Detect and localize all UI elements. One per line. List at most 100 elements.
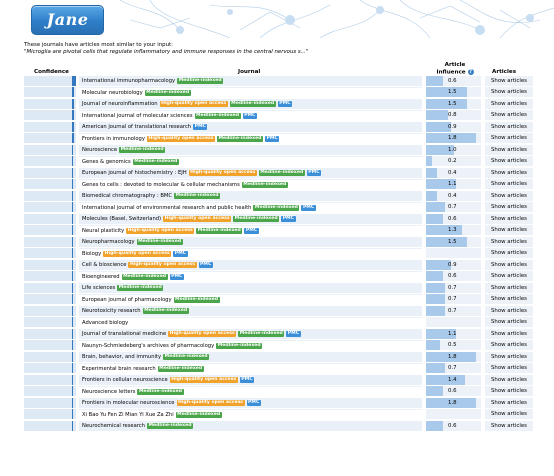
journal-name[interactable]: Neuroscience [82,147,117,153]
journal-cell[interactable]: Frontiers in molecular neuroscience High-… [79,397,422,408]
journal-cell[interactable]: International immunopharmacology Medline-… [79,75,422,86]
journal-name[interactable]: Life sciences [82,285,115,291]
journal-cell[interactable]: European journal of histochemistry : EJH… [79,167,422,178]
show-articles-button[interactable]: Show articles [485,167,533,178]
show-articles-button[interactable]: Show articles [485,121,533,132]
journal-cell[interactable]: Molecular neurobiology Medline-indexed [79,87,422,98]
show-articles-button[interactable]: Show articles [485,328,533,339]
show-articles-button[interactable]: Show articles [485,179,533,190]
journal-name[interactable]: European journal of pharmacology [82,297,172,303]
journal-name[interactable]: Brain, behavior, and immunity [82,354,161,360]
show-articles-button[interactable]: Show articles [485,374,533,385]
journal-cell[interactable]: Biomedical chromatography : BMC Medline-i… [79,190,422,201]
journal-name[interactable]: Neuroscience letters [82,389,135,395]
show-articles-button[interactable]: Show articles [485,317,533,328]
journal-name[interactable]: Cell & bioscience [82,262,126,268]
show-articles-button[interactable]: Show articles [485,236,533,247]
journal-cell[interactable]: Genes & genomics Medline-indexed [79,156,422,167]
influence-cell [426,248,481,259]
journal-name[interactable]: European journal of histochemistry : EJH [82,170,187,176]
show-articles-button[interactable]: Show articles [485,305,533,316]
journal-name[interactable]: Xi Bao Yu Fen Zi Mian Yi Xue Za Zhi [82,412,174,418]
journal-cell[interactable]: Molecules (Basel, Switzerland) High-quali… [79,213,422,224]
journal-cell[interactable]: Neural plasticity High-quality open acces… [79,225,422,236]
show-articles-button[interactable]: Show articles [485,409,533,420]
journal-name[interactable]: Neurochemical research [82,423,145,429]
show-articles-button[interactable]: Show articles [485,340,533,351]
journal-cell[interactable]: Brain, behavior, and immunity Medline-ind… [79,351,422,362]
journal-cell[interactable]: Neurochemical research Medline-indexed [79,420,422,431]
journal-cell[interactable]: Frontiers in cellular neuroscience High-q… [79,374,422,385]
show-articles-button[interactable]: Show articles [485,363,533,374]
journal-name[interactable]: Genes & genomics [82,159,131,165]
journal-name[interactable]: Frontiers in cellular neuroscience [82,377,168,383]
show-articles-button[interactable]: Show articles [485,133,533,144]
journal-cell[interactable]: Experimental brain research Medline-index… [79,363,422,374]
journal-name[interactable]: Experimental brain research [82,366,156,372]
journal-name[interactable]: Biology [82,251,101,257]
show-articles-button[interactable]: Show articles [485,282,533,293]
show-articles-button[interactable]: Show articles [485,294,533,305]
show-articles-button[interactable]: Show articles [485,397,533,408]
journal-name[interactable]: Biomedical chromatography : BMC [82,193,172,199]
journal-name[interactable]: Neuropharmacology [82,239,135,245]
journal-cell[interactable]: American journal of translational resear… [79,121,422,132]
show-articles-button[interactable]: Show articles [485,190,533,201]
journal-cell[interactable]: Advanced biology [79,317,422,328]
journal-cell[interactable]: Frontiers in immunology High-quality open… [79,133,422,144]
table-row: Molecular neurobiology Medline-indexed 1.5… [24,87,544,99]
journal-cell[interactable]: International journal of molecular scien… [79,110,422,121]
journal-name[interactable]: Naunyn-Schmiedeberg's archives of pharma… [82,343,214,349]
journal-name[interactable]: Bioengineered [82,274,120,280]
journal-cell[interactable]: Neuroscience letters Medline-indexed [79,386,422,397]
journal-name[interactable]: Frontiers in molecular neuroscience [82,400,175,406]
journal-name[interactable]: Advanced biology [82,320,128,326]
journal-cell[interactable]: Neuropharmacology Medline-indexed [79,236,422,247]
journal-name[interactable]: Molecular neurobiology [82,90,143,96]
journal-name[interactable]: Neural plasticity [82,228,124,234]
journal-name[interactable]: International journal of molecular scien… [82,113,193,119]
show-articles-button[interactable]: Show articles [485,110,533,121]
jane-logo[interactable]: Jane [31,5,104,35]
confidence-bar [72,420,73,431]
journal-name[interactable]: Journal of neuroinflammation [82,101,158,107]
journal-cell[interactable]: Journal of neuroinflammation High-quality… [79,98,422,109]
journal-cell[interactable]: Cell & bioscience High-quality open acces… [79,259,422,270]
journal-name[interactable]: International journal of environmental r… [82,205,251,211]
show-articles-button[interactable]: Show articles [485,271,533,282]
journal-cell[interactable]: Journal of translational medicine High-qu… [79,328,422,339]
journal-name[interactable]: Genes to cells : devoted to molecular & … [82,182,240,188]
show-articles-button[interactable]: Show articles [485,144,533,155]
journal-name[interactable]: Molecules (Basel, Switzerland) [82,216,161,222]
show-articles-button[interactable]: Show articles [485,75,533,86]
show-articles-button[interactable]: Show articles [485,87,533,98]
help-icon[interactable]: ? [467,68,474,75]
journal-cell[interactable]: Xi Bao Yu Fen Zi Mian Yi Xue Za Zhi Medli… [79,409,422,420]
show-articles-button[interactable]: Show articles [485,202,533,213]
show-articles-button[interactable]: Show articles [485,213,533,224]
journal-cell[interactable]: Bioengineered Medline-indexed PMC [79,271,422,282]
show-articles-button[interactable]: Show articles [485,248,533,259]
journal-cell[interactable]: European journal of pharmacology Medline-… [79,294,422,305]
show-articles-button[interactable]: Show articles [485,420,533,431]
journal-name[interactable]: Neurotoxicity research [82,308,141,314]
show-articles-button[interactable]: Show articles [485,98,533,109]
journal-name[interactable]: Frontiers in immunology [82,136,145,142]
journal-name[interactable]: American journal of translational resear… [82,124,191,130]
show-articles-button[interactable]: Show articles [485,351,533,362]
journal-cell[interactable]: International journal of environmental r… [79,202,422,213]
show-articles-button[interactable]: Show articles [485,386,533,397]
journal-cell[interactable]: Neuroscience Medline-indexed [79,144,422,155]
influence-cell: 0.6 [426,420,481,431]
journal-cell[interactable]: Neurotoxicity research Medline-indexed [79,305,422,316]
journal-cell[interactable]: Life sciences Medline-indexed [79,282,422,293]
journal-name[interactable]: International immunopharmacology [82,78,175,84]
journal-name[interactable]: Journal of translational medicine [82,331,166,337]
journal-cell[interactable]: Biology High-quality open access PMC [79,248,422,259]
journal-cell[interactable]: Genes to cells : devoted to molecular & … [79,179,422,190]
medline-badge: Medline-indexed [137,389,184,396]
show-articles-button[interactable]: Show articles [485,225,533,236]
show-articles-button[interactable]: Show articles [485,156,533,167]
show-articles-button[interactable]: Show articles [485,259,533,270]
journal-cell[interactable]: Naunyn-Schmiedeberg's archives of pharma… [79,340,422,351]
